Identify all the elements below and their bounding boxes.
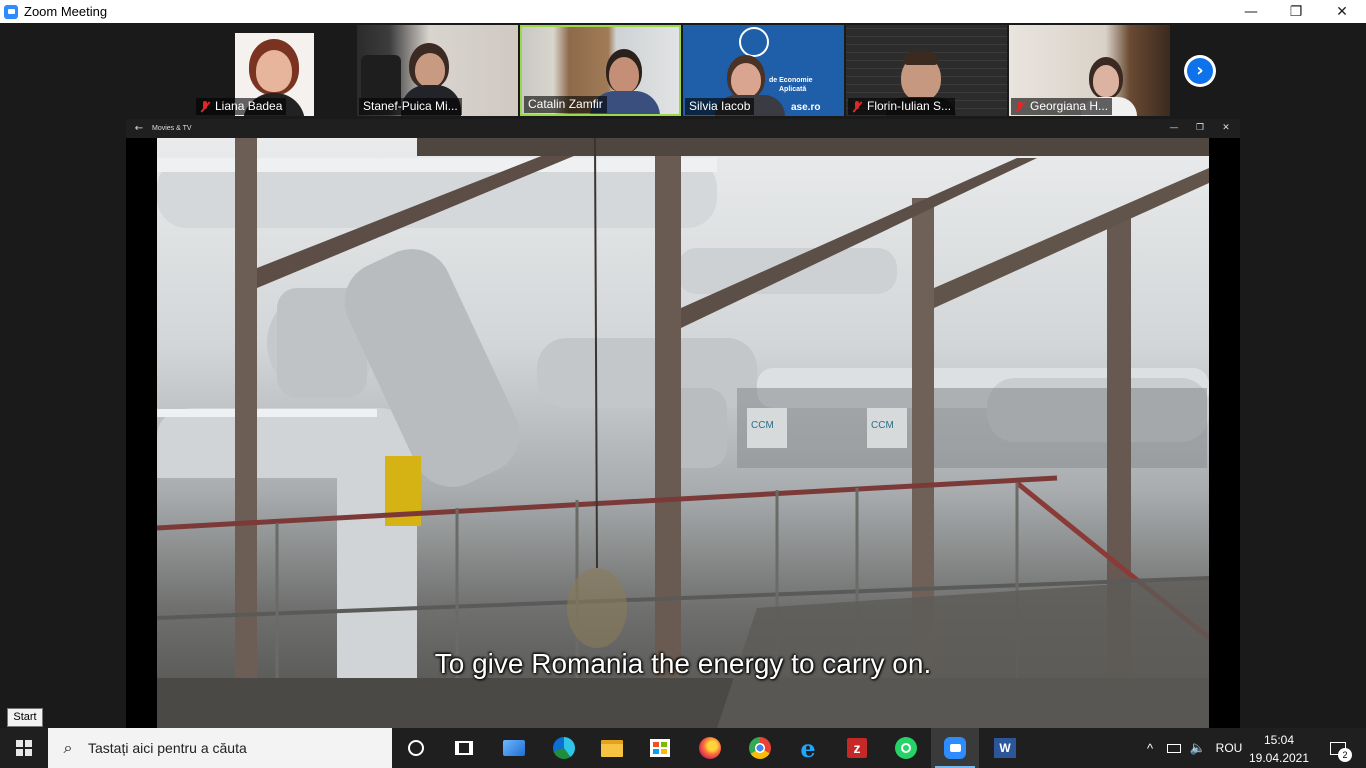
muted-mic-icon <box>852 100 862 113</box>
cortana-icon <box>408 740 424 756</box>
chevron-up-icon: ^ <box>1146 740 1154 756</box>
chevron-right-icon: › <box>1187 58 1213 84</box>
search-placeholder: Tastați aici pentru a căuta <box>88 740 247 756</box>
volume-tray-button[interactable]: 🔈 <box>1186 728 1210 768</box>
taskbar-app-firefox[interactable] <box>686 728 734 768</box>
windows-taskbar: ⌕ Tastați aici pentru a căuta e z W ^ 🔈 … <box>0 728 1366 768</box>
equipment-label: CCM <box>871 420 894 431</box>
movies-tv-titlebar: ← Movies & TV — ❐ ✕ <box>126 119 1240 138</box>
windows-logo-icon <box>16 740 32 756</box>
firefox-icon <box>699 737 721 759</box>
video-frame[interactable]: CCM CCM To give Romania the energy to ca… <box>157 138 1209 728</box>
shared-screen: ← Movies & TV — ❐ ✕ CCM CCM To give Roma… <box>126 119 1240 728</box>
winzip-icon: z <box>847 738 867 758</box>
participant-name: Catalin Zamfir <box>528 97 603 111</box>
task-view-icon <box>455 741 473 755</box>
participant-name-tag: Silvia Iacob <box>685 98 755 115</box>
zoom-icon <box>944 737 966 759</box>
internet-explorer-icon: e <box>800 733 816 763</box>
search-icon: ⌕ <box>63 738 73 757</box>
language-label: ROU <box>1215 741 1243 755</box>
participant-tile[interactable]: Florin-Iulian S... <box>846 25 1007 116</box>
battery-tray-button[interactable] <box>1162 728 1186 768</box>
movies-tv-close-button[interactable]: ✕ <box>1212 119 1240 138</box>
task-view-button[interactable] <box>440 728 488 768</box>
participant-name: Florin-Iulian S... <box>867 99 952 113</box>
tray-overflow-button[interactable]: ^ <box>1140 728 1160 768</box>
taskbar-app-edge[interactable] <box>540 728 588 768</box>
taskbar-app-word[interactable]: W <box>981 728 1029 768</box>
taskbar-app-explorer[interactable] <box>588 728 636 768</box>
clock-date: 19.04.2021 <box>1248 751 1310 765</box>
window-title: Zoom Meeting <box>24 4 108 19</box>
participant-name: Georgiana H... <box>1030 99 1109 113</box>
taskbar-app-ie[interactable]: e <box>784 728 832 768</box>
clock-time: 15:04 <box>1263 733 1295 747</box>
battery-icon <box>1167 743 1181 753</box>
taskbar-app-store[interactable] <box>636 728 684 768</box>
participant-name-tag: Liana Badea <box>196 98 287 115</box>
close-button[interactable]: ✕ <box>1319 0 1365 23</box>
video-subtitle: To give Romania the energy to carry on. <box>434 648 932 679</box>
participant-name-tag: Catalin Zamfir <box>524 96 607 113</box>
taskbar-app-zoom[interactable] <box>931 728 979 768</box>
whatsapp-icon <box>895 737 917 759</box>
window-titlebar: Zoom Meeting — ❐ ✕ <box>0 0 1366 23</box>
file-explorer-icon <box>601 739 623 757</box>
participant-tile[interactable]: Liana Badea <box>194 25 355 116</box>
minimize-button[interactable]: — <box>1228 0 1274 23</box>
participant-gallery: Liana Badea Stanef-Puica Mi... Catalin Z… <box>0 23 1366 119</box>
university-logo-icon <box>739 27 769 57</box>
store-icon <box>650 739 670 757</box>
back-arrow-icon[interactable]: ← <box>126 123 152 134</box>
movies-tv-title: Movies & TV <box>152 125 192 132</box>
edge-icon <box>553 737 575 759</box>
network-app-icon <box>503 740 525 756</box>
chrome-icon <box>749 737 771 759</box>
volume-icon: 🔈 <box>1189 740 1207 756</box>
taskbar-app-chrome[interactable] <box>736 728 784 768</box>
movies-tv-restore-button[interactable]: ❐ <box>1186 119 1214 138</box>
notifications-button[interactable]: 2 <box>1318 728 1358 768</box>
taskbar-app-whatsapp[interactable] <box>882 728 930 768</box>
start-button[interactable] <box>0 728 48 768</box>
participant-name: Liana Badea <box>215 99 283 113</box>
participant-name-tag: Georgiana H... <box>1011 98 1113 115</box>
taskbar-app-winzip[interactable]: z <box>833 728 881 768</box>
restore-button[interactable]: ❐ <box>1273 0 1319 23</box>
notification-count-badge: 2 <box>1338 748 1352 762</box>
participant-tile[interactable]: Stanef-Puica Mi... <box>357 25 518 116</box>
movies-tv-minimize-button[interactable]: — <box>1160 119 1188 138</box>
gallery-next-page-button[interactable]: › <box>1184 55 1216 87</box>
muted-mic-icon <box>1015 100 1025 113</box>
participant-name-tag: Stanef-Puica Mi... <box>359 98 462 115</box>
start-tooltip: Start <box>7 708 43 727</box>
muted-mic-icon <box>200 100 210 113</box>
participant-name-tag: Florin-Iulian S... <box>848 98 956 115</box>
taskbar-clock[interactable]: 15:04 19.04.2021 <box>1246 728 1312 768</box>
word-icon: W <box>994 738 1016 758</box>
participant-tile[interactable]: de Economie Aplicată ase.ro Silvia Iacob <box>683 25 844 116</box>
taskbar-search-box[interactable]: ⌕ Tastați aici pentru a căuta <box>48 728 392 768</box>
participant-name: Stanef-Puica Mi... <box>363 99 458 113</box>
equipment-label: CCM <box>751 420 774 431</box>
industrial-pipes-scene: CCM CCM <box>157 138 1209 728</box>
cortana-button[interactable] <box>392 728 440 768</box>
participant-tile-active-speaker[interactable]: Catalin Zamfir <box>520 25 681 116</box>
participant-tile[interactable]: Georgiana H... <box>1009 25 1170 116</box>
taskbar-app-network[interactable] <box>490 728 538 768</box>
participant-name: Silvia Iacob <box>689 99 751 113</box>
zoom-logo-icon <box>4 4 18 19</box>
language-indicator[interactable]: ROU <box>1212 728 1246 768</box>
